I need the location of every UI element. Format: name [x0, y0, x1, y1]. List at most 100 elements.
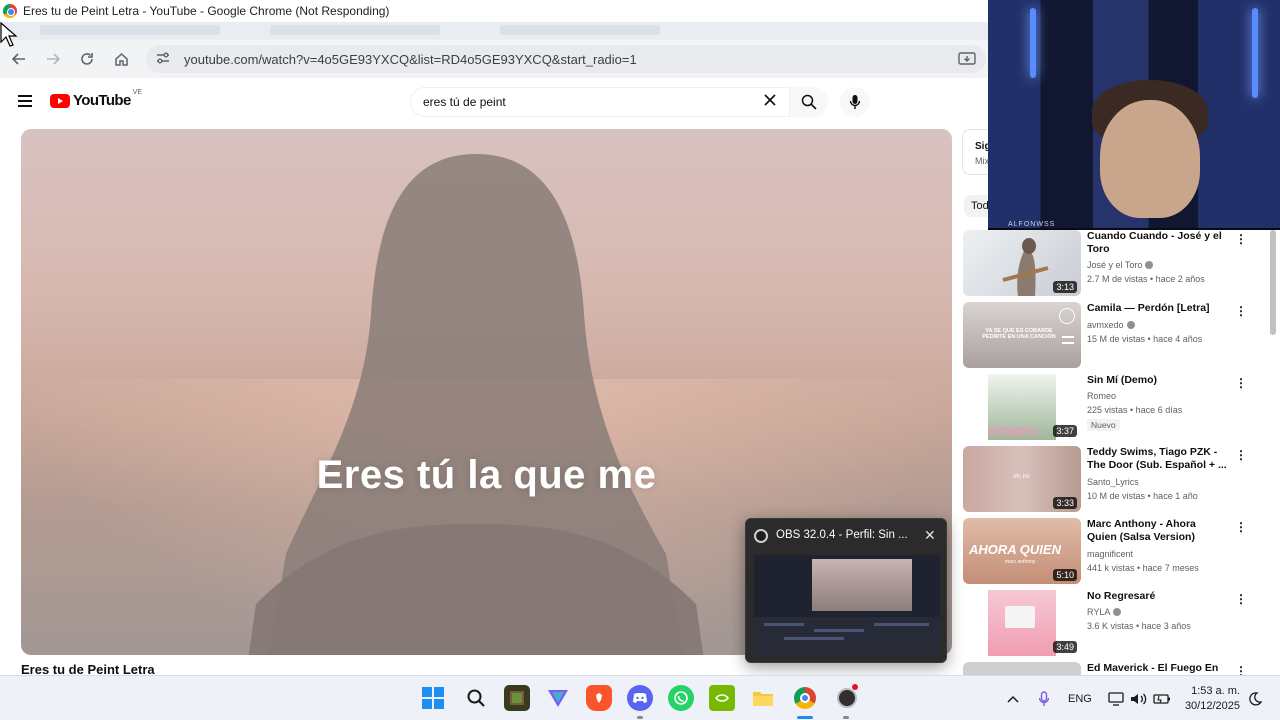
voice-search-button[interactable] [840, 87, 870, 117]
clock-time: 1:53 a. m. [1191, 685, 1240, 697]
youtube-wordmark: YouTube [73, 92, 131, 109]
obs-taskbar-icon[interactable] [834, 684, 860, 711]
recommendation-title[interactable]: Sin Mí (Demo) [1087, 374, 1227, 387]
sidebar-scrollbar[interactable] [1270, 230, 1276, 335]
forward-button[interactable] [38, 44, 68, 74]
more-actions-icon[interactable]: ⋮ [1235, 664, 1247, 675]
channel-name[interactable]: magnificent [1087, 549, 1133, 559]
duration-badge: 3:13 [1053, 281, 1077, 293]
recommendation-item[interactable]: 3:13 Cuando Cuando - José y el Toro José… [963, 230, 1263, 296]
recommendation-thumbnail[interactable]: 3:13 [963, 230, 1081, 296]
youtube-logo[interactable]: YouTube VE [50, 89, 143, 109]
mouse-cursor-icon [0, 22, 18, 47]
taskbar-clock[interactable]: 1:53 a. m. 30/12/2025 [1180, 684, 1240, 714]
channel-name[interactable]: RYLA [1087, 607, 1122, 617]
microphone-icon [849, 95, 861, 109]
window-title: Eres tu de Peint Letra - YouTube - Googl… [23, 4, 390, 18]
site-info-icon[interactable] [156, 52, 174, 67]
recommendation-title[interactable]: Marc Anthony - Ahora Quien (Salsa Versio… [1087, 518, 1227, 544]
channel-name-text: RYLA [1087, 607, 1111, 617]
battery-icon[interactable] [1153, 676, 1171, 720]
thumbnail-text: YA SE QUE ES COBARDE PEDIRTE EN UNA CANC… [982, 328, 1056, 340]
reload-button[interactable] [72, 44, 102, 74]
recommendation-title[interactable]: Ed Maverick - El Fuego En El [1087, 662, 1227, 675]
start-button[interactable] [422, 687, 444, 709]
thumbnail-text: AHORA QUIEN [969, 542, 1061, 557]
duration-badge: 3:49 [1053, 641, 1077, 653]
search-button[interactable] [790, 87, 828, 117]
nvidia-icon[interactable] [709, 685, 735, 711]
duration-badge: 5:10 [1053, 569, 1077, 581]
recommendation-thumbnail[interactable]: 3:49 [963, 590, 1081, 656]
recommendation-title[interactable]: No Regresaré [1087, 590, 1227, 603]
add-to-queue-icon[interactable] [1062, 336, 1074, 344]
whatsapp-icon[interactable] [668, 685, 694, 711]
recommendation-thumbnail[interactable]: YA SE QUE ES COBARDE PEDIRTE EN UNA CANC… [963, 302, 1081, 368]
recommendation-title[interactable]: Camila — Perdón [Letra] [1087, 302, 1227, 315]
watch-later-icon[interactable] [1059, 308, 1075, 324]
recommendation-thumbnail[interactable]: ROMEO 3:37 [963, 374, 1081, 440]
recommendation-thumbnail[interactable] [963, 662, 1081, 675]
video-meta: 15 M de vistas • hace 4 años [1087, 334, 1203, 344]
more-actions-icon[interactable]: ⋮ [1235, 304, 1247, 318]
channel-name[interactable]: José y el Toro [1087, 260, 1154, 270]
more-actions-icon[interactable]: ⋮ [1235, 376, 1247, 390]
screen: Eres tu de Peint Letra - YouTube - Googl… [0, 0, 1280, 720]
back-button[interactable] [4, 44, 34, 74]
more-actions-icon[interactable]: ⋮ [1235, 520, 1247, 534]
country-code: VE [132, 89, 143, 96]
channel-name[interactable]: Santo_Lyrics [1087, 477, 1139, 487]
more-actions-icon[interactable]: ⋮ [1235, 448, 1247, 462]
chrome-taskbar-icon[interactable] [792, 685, 818, 711]
thumbnail-text: ROMEO [989, 424, 1039, 439]
language-indicator[interactable]: ENG [1068, 676, 1092, 720]
discord-icon[interactable] [627, 685, 653, 711]
close-icon[interactable]: ✕ [924, 527, 936, 544]
proton-vpn-icon[interactable] [545, 685, 571, 711]
more-actions-icon[interactable]: ⋮ [1235, 592, 1247, 606]
new-badge: Nuevo [1087, 419, 1120, 431]
more-actions-icon[interactable]: ⋮ [1235, 232, 1247, 246]
tab-ghost[interactable] [270, 25, 440, 35]
webcam-tag: ALFONWSS [1008, 221, 1056, 228]
recommendation-item[interactable]: YA SE QUE ES COBARDE PEDIRTE EN UNA CANC… [963, 302, 1263, 368]
address-bar[interactable]: youtube.com/watch?v=4o5GE93YXCQ&list=RD4… [146, 45, 986, 73]
file-explorer-icon[interactable] [750, 685, 776, 711]
recommendation-item[interactable]: Ed Maverick - El Fuego En El ⋮ [963, 662, 1263, 675]
search-input[interactable]: eres tú de peint [410, 87, 790, 117]
video-meta: 225 vistas • hace 6 días [1087, 405, 1183, 415]
thumbnail-subtext: marc anthony [1005, 559, 1036, 565]
recommendation-thumbnail[interactable]: oh, no 3:33 [963, 446, 1081, 512]
recommendation-item[interactable]: 3:49 No Regresaré RYLA 3.6 K vistas • ha… [963, 590, 1263, 656]
recommendation-item[interactable]: oh, no 3:33 Teddy Swims, Tiago PZK - The… [963, 446, 1263, 512]
clear-search-icon[interactable] [764, 93, 776, 111]
obs-taskbar-preview[interactable]: OBS 32.0.4 - Perfil: Sin ... ✕ [745, 518, 947, 663]
neon-light [1030, 8, 1036, 78]
verified-icon [1113, 608, 1122, 616]
tab-ghost[interactable] [500, 25, 660, 35]
recommendation-thumbnail[interactable]: AHORA QUIEN marc anthony 5:10 [963, 518, 1081, 584]
minecraft-icon[interactable] [504, 685, 530, 711]
network-icon[interactable] [1108, 676, 1124, 720]
webcam-overlay: ALFONWSS [988, 0, 1280, 230]
menu-icon[interactable] [18, 95, 32, 107]
recommendation-title[interactable]: Cuando Cuando - José y el Toro [1087, 230, 1227, 256]
obs-window-thumbnail[interactable] [754, 555, 940, 655]
home-button[interactable] [106, 44, 136, 74]
url-text[interactable]: youtube.com/watch?v=4o5GE93YXCQ&list=RD4… [184, 52, 637, 67]
recommendation-item[interactable]: ROMEO 3:37 Sin Mí (Demo) Romeo 225 vista… [963, 374, 1263, 440]
search-icon[interactable] [463, 685, 489, 711]
brave-browser-icon[interactable] [586, 685, 612, 711]
install-app-icon[interactable] [958, 51, 976, 72]
recommendation-item[interactable]: AHORA QUIEN marc anthony 5:10 Marc Antho… [963, 518, 1263, 584]
channel-name[interactable]: avmxedo [1087, 320, 1135, 330]
webcam-person-face [1100, 100, 1200, 218]
volume-icon[interactable] [1130, 676, 1148, 720]
quiet-hours-icon[interactable] [1248, 676, 1262, 720]
tab-ghost[interactable] [40, 25, 220, 35]
microphone-tray-icon[interactable] [1038, 676, 1050, 720]
channel-name[interactable]: Romeo [1087, 391, 1116, 401]
obs-window-title: OBS 32.0.4 - Perfil: Sin ... [776, 529, 908, 541]
show-hidden-icons[interactable] [1006, 676, 1020, 720]
recommendation-title[interactable]: Teddy Swims, Tiago PZK - The Door (Sub. … [1087, 446, 1227, 472]
